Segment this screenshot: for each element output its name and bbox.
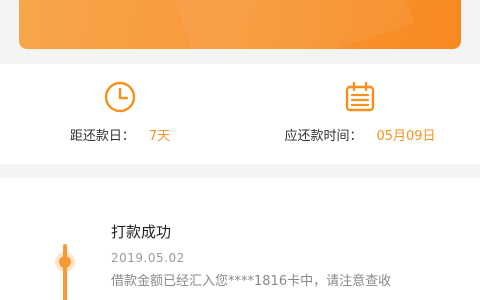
- timeline-step-title: 打款成功: [111, 223, 172, 241]
- loan-progress-timeline: 打款成功 2019.05.02 借款金额已经汇入您****1816卡中，请注意查…: [0, 178, 480, 300]
- loan-summary-card: [19, 0, 461, 49]
- days-row: 距还款日： 7天: [0, 128, 240, 146]
- days-until-repayment: 距还款日： 7天: [0, 64, 240, 164]
- repayment-due-date: 应还款时间： 05月09日: [240, 64, 480, 164]
- due-date-row: 应还款时间： 05月09日: [240, 128, 480, 146]
- days-label: 距还款日：: [69, 129, 135, 144]
- repayment-info-panel: 距还款日： 7天 应还款时间： 05月09日: [0, 64, 480, 164]
- timeline-step-description: 借款金额已经汇入您****1816卡中，请注意查收: [111, 274, 392, 289]
- timeline-dot: [59, 256, 71, 268]
- calendar-icon: [345, 81, 375, 112]
- due-date-label: 应还款时间：: [284, 129, 363, 144]
- banner-area: [0, 0, 480, 64]
- days-value: 7天: [148, 129, 171, 144]
- due-date-value: 05月09日: [376, 129, 436, 144]
- timeline-step-date: 2019.05.02: [111, 251, 185, 265]
- clock-icon: [104, 81, 136, 113]
- loan-status-screen: 距还款日： 7天 应还款时间： 05月09日 打款成功 2019.05.02 借款金…: [0, 0, 480, 300]
